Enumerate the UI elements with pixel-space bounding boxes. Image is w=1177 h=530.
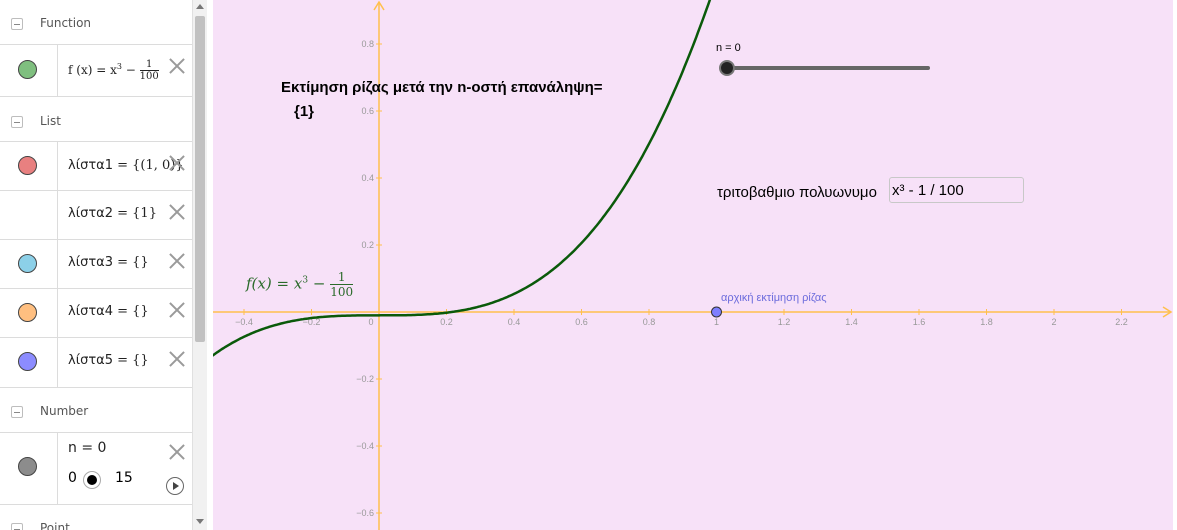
delete-icon[interactable]	[168, 301, 186, 319]
x-tick-label: 2.2	[1115, 317, 1128, 327]
slider-min: 0	[68, 470, 77, 486]
delete-icon[interactable]	[168, 57, 186, 75]
marble-cell	[0, 433, 58, 504]
y-tick-label: 0.2	[361, 240, 374, 250]
scroll-down-icon[interactable]	[196, 519, 204, 524]
algebra-view: Function f (x) = x3 − 1 100 List λίστα1 …	[0, 0, 193, 530]
category-label: Function	[40, 16, 92, 30]
algebra-row-lista1[interactable]: λίστα1 = {(1, 0)}	[0, 142, 192, 191]
algebra-row-function[interactable]: f (x) = x3 − 1 100	[0, 45, 192, 97]
root-estimate-value: {1}	[294, 103, 315, 120]
delete-icon[interactable]	[168, 443, 186, 461]
algebra-row-lista4[interactable]: λίστα4 = {}	[0, 289, 192, 338]
delete-icon[interactable]	[168, 350, 186, 368]
play-icon[interactable]	[166, 477, 184, 495]
graphics-view[interactable]: −0.4 −0.2 0 0.2 0.4 0.6 0.8 1 1.2 1.4 1.6 1.8 2 2.2 0…	[213, 0, 1173, 530]
collapse-toggle-icon[interactable]	[11, 406, 23, 418]
y-tick-label: 0.8	[361, 39, 374, 49]
function-definition: f (x) = x3 − 1 100	[68, 59, 159, 82]
delete-icon[interactable]	[168, 154, 186, 172]
x-tick-label: 0.6	[575, 317, 588, 327]
category-function[interactable]: Function	[0, 0, 192, 45]
collapse-toggle-icon[interactable]	[11, 116, 23, 128]
x-tick-label: 2	[1051, 317, 1056, 327]
collapse-toggle-icon[interactable]	[11, 523, 23, 530]
algebra-row-lista3[interactable]: λίστα3 = {}	[0, 240, 192, 289]
x-tick-label: 1.2	[778, 317, 791, 327]
x-tick-label: 0.8	[643, 317, 656, 327]
y-tick-label: −0.6	[356, 508, 374, 518]
category-number[interactable]: Number	[0, 388, 192, 433]
polynomial-label: τριτοβαθμιο πολυωνυμο	[717, 184, 877, 201]
category-label: List	[40, 114, 61, 128]
point-label: αρχική εκτίμηση ρίζας	[721, 292, 827, 304]
category-label: Point	[40, 521, 70, 530]
scroll-up-icon[interactable]	[196, 4, 204, 9]
category-list[interactable]: List	[0, 97, 192, 142]
y-axis-ticks: 0.8 0.6 0.4 0.2 −0.2 −0.4 −0.6	[356, 39, 382, 518]
list-definition: λίστα2 = {1}	[68, 206, 157, 221]
polynomial-input[interactable]: x³ - 1 / 100	[889, 177, 1024, 203]
visibility-marble-icon[interactable]	[18, 60, 37, 79]
x-tick-label: 1.4	[845, 317, 858, 327]
visibility-marble-icon[interactable]	[18, 303, 37, 322]
marble-cell	[0, 191, 58, 239]
x-tick-label: 1.8	[980, 317, 993, 327]
root-estimate-heading: Εκτίμηση ρίζας μετά την n-οστή επανάληψη…	[281, 79, 603, 96]
algebra-row-lista5[interactable]: λίστα5 = {}	[0, 338, 192, 388]
x-tick-label: 1	[714, 317, 719, 327]
scroll-thumb[interactable]	[195, 16, 205, 342]
delete-icon[interactable]	[168, 203, 186, 221]
marble-cell	[0, 289, 58, 337]
category-point[interactable]: Point	[0, 505, 192, 530]
algebra-scrollbar[interactable]	[192, 0, 207, 530]
visibility-marble-icon[interactable]	[18, 254, 37, 273]
marble-cell	[0, 142, 58, 190]
y-tick-label: 0.4	[361, 173, 374, 183]
slider-track[interactable]	[725, 66, 930, 70]
x-tick-label: −0.4	[235, 317, 253, 327]
category-label: Number	[40, 404, 89, 418]
visibility-marble-icon[interactable]	[18, 156, 37, 175]
y-tick-label: 0.6	[361, 106, 374, 116]
algebra-row-lista2[interactable]: λίστα2 = {1}	[0, 191, 192, 240]
function-curve-f[interactable]	[213, 0, 715, 357]
delete-icon[interactable]	[168, 252, 186, 270]
list-definition: λίστα1 = {(1, 0)}	[68, 158, 184, 173]
x-tick-label: 0	[368, 317, 373, 327]
x-tick-label: 0.4	[508, 317, 521, 327]
slider-knob-icon	[87, 475, 97, 485]
marble-cell	[0, 45, 58, 96]
algebra-row-n[interactable]: n = 0 0 15	[0, 433, 192, 505]
function-formula-label[interactable]: f(x) = x3 − 1 100	[246, 270, 354, 299]
x-tick-label: 1.6	[913, 317, 926, 327]
list-definition: λίστα3 = {}	[68, 255, 149, 270]
slider-handle[interactable]	[83, 471, 101, 489]
marble-cell	[0, 240, 58, 288]
list-definition: λίστα5 = {}	[68, 353, 149, 368]
visibility-marble-icon[interactable]	[18, 352, 37, 371]
slider-label: n = 0	[716, 42, 741, 54]
number-definition: n = 0	[68, 440, 107, 456]
slider-max: 15	[115, 470, 133, 486]
visibility-marble-icon[interactable]	[18, 457, 37, 476]
marble-cell	[0, 338, 58, 387]
initial-root-point[interactable]	[711, 306, 722, 318]
collapse-toggle-icon[interactable]	[11, 18, 23, 30]
list-definition: λίστα4 = {}	[68, 304, 149, 319]
y-tick-label: −0.2	[356, 374, 374, 384]
slider-knob[interactable]	[719, 60, 735, 76]
y-tick-label: −0.4	[356, 441, 374, 451]
x-tick-label: 0.2	[440, 317, 453, 327]
